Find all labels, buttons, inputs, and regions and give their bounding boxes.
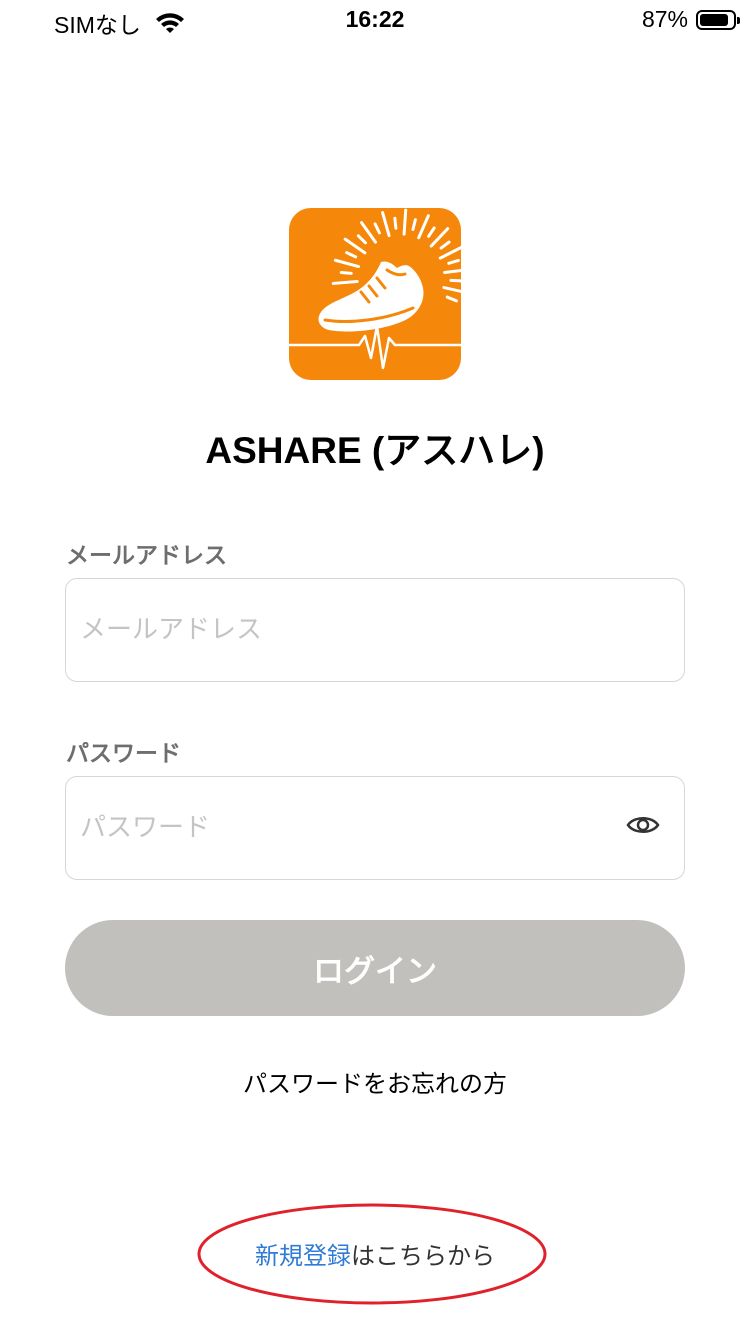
password-label: パスワード	[66, 741, 181, 767]
battery-cap	[737, 16, 740, 24]
battery-fill	[700, 13, 728, 26]
login-button[interactable]: ログイン	[65, 920, 685, 1016]
email-field[interactable]	[66, 579, 684, 681]
app-logo	[289, 208, 461, 380]
email-field-box[interactable]	[65, 578, 685, 682]
forgot-password-link[interactable]: パスワードをお忘れの方	[0, 1064, 750, 1099]
logo-sun-ray	[402, 208, 408, 236]
app-title: ASHARE (アスハレ)	[205, 430, 545, 471]
logo-sun-ray	[393, 216, 398, 230]
email-label: メールアドレス	[66, 543, 227, 569]
password-field-box[interactable]	[65, 776, 685, 880]
eye-icon[interactable]	[626, 813, 660, 837]
battery-percent: 87%	[641, 6, 688, 32]
logo-sun-ray	[339, 270, 353, 275]
password-field[interactable]	[66, 777, 684, 879]
status-bar: SIMなし 16:22 87%	[0, 0, 750, 44]
logo-sun-ray	[331, 280, 359, 285]
battery-status: 87%	[641, 6, 740, 33]
battery-icon	[696, 9, 740, 30]
clock: 16:22	[345, 6, 405, 32]
annotation-ellipse	[197, 1203, 547, 1305]
